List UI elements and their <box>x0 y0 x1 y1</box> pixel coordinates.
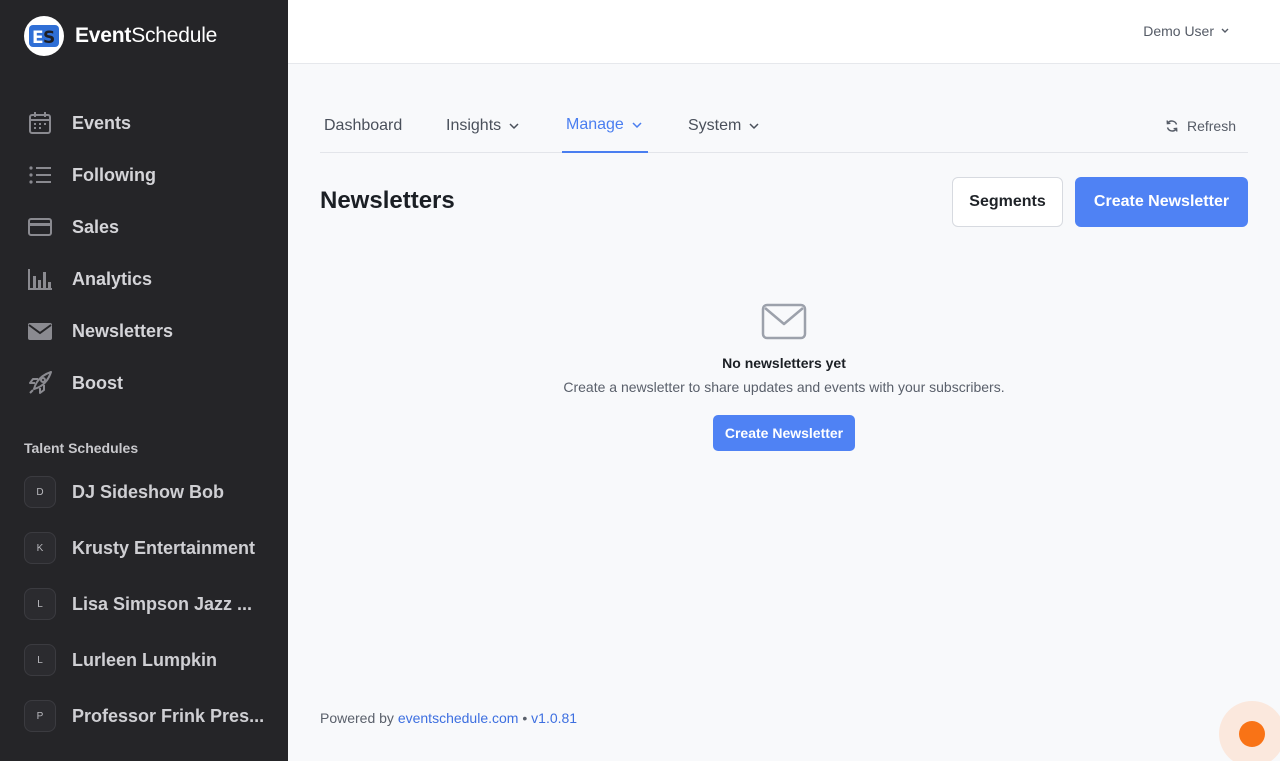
tab-bar: Dashboard Insights Manage System Refresh <box>320 98 1248 153</box>
calendar-icon <box>26 109 54 137</box>
refresh-icon <box>1166 119 1178 132</box>
avatar: P <box>24 700 56 732</box>
tab-dashboard[interactable]: Dashboard <box>324 98 402 153</box>
brand-name: EventSchedule <box>75 24 218 47</box>
refresh-label: Refresh <box>1186 117 1236 134</box>
talent-label: Professor Frink Pres... <box>72 705 265 726</box>
avatar: L <box>24 588 56 620</box>
empty-create-newsletter-button[interactable]: Create Newsletter <box>712 415 856 451</box>
empty-state-description: Create a newsletter to share updates and… <box>563 379 1005 395</box>
avatar: L <box>24 644 56 676</box>
talent-item[interactable]: P Professor Frink Pres... <box>0 688 288 744</box>
eventschedule-link[interactable]: eventschedule.com <box>398 710 519 726</box>
sidebar-item-sales[interactable]: Sales <box>0 201 288 253</box>
user-name: Demo User <box>1143 23 1214 39</box>
envelope-icon <box>26 317 54 345</box>
empty-state: No newsletters yet Create a newsletter t… <box>320 302 1248 451</box>
chat-bubble-icon[interactable] <box>1239 721 1265 747</box>
talent-label: Lurleen Lumpkin <box>72 649 218 670</box>
create-newsletter-button[interactable]: Create Newsletter <box>1075 177 1248 227</box>
chevron-down-icon <box>632 121 642 128</box>
talent-item[interactable]: D DJ Sideshow Bob <box>0 464 288 520</box>
sidebar: E S EventSchedule Events Following Sales… <box>0 0 288 761</box>
talent-label: Krusty Entertainment <box>72 537 256 558</box>
sidebar-item-label: Analytics <box>72 268 153 289</box>
segments-button[interactable]: Segments <box>952 177 1063 227</box>
tab-label: Insights <box>446 116 502 134</box>
sidebar-item-label: Following <box>72 164 156 185</box>
list-icon <box>26 161 54 189</box>
rocket-icon <box>26 369 54 397</box>
talent-label: DJ Sideshow Bob <box>72 481 225 502</box>
talent-item[interactable]: K Krusty Entertainment <box>0 520 288 576</box>
sidebar-item-boost[interactable]: Boost <box>0 357 288 409</box>
brand-logo-icon: E S <box>24 16 64 56</box>
tab-manage[interactable]: Manage <box>562 98 648 153</box>
bar-chart-icon <box>26 265 54 293</box>
avatar: D <box>24 476 56 508</box>
sidebar-item-newsletters[interactable]: Newsletters <box>0 305 288 357</box>
empty-state-title: No newsletters yet <box>722 355 846 371</box>
talent-label: Lisa Simpson Jazz ... <box>72 593 253 614</box>
tab-label: System <box>688 116 742 134</box>
sidebar-item-label: Sales <box>72 216 120 237</box>
talent-schedules-heading: Talent Schedules <box>24 440 139 456</box>
footer: Powered by eventschedule.com • v1.0.81 <box>320 710 577 726</box>
user-menu[interactable]: Demo User <box>1143 23 1230 39</box>
sidebar-item-label: Boost <box>72 372 123 393</box>
brand[interactable]: E S EventSchedule <box>24 16 217 56</box>
sidebar-item-following[interactable]: Following <box>0 149 288 201</box>
refresh-button[interactable]: Refresh <box>1165 98 1236 153</box>
credit-card-icon <box>26 213 54 241</box>
envelope-icon <box>761 302 807 347</box>
svg-text:S: S <box>43 28 55 48</box>
tab-insights[interactable]: Insights <box>446 98 521 153</box>
talent-item[interactable]: L Lurleen Lumpkin <box>0 632 288 688</box>
page-title: Newsletters <box>320 187 455 214</box>
sidebar-nav: Events Following Sales Analytics Newslet… <box>0 97 288 409</box>
talent-item[interactable]: L Lisa Simpson Jazz ... <box>0 576 288 632</box>
version-link[interactable]: v1.0.81 <box>531 710 577 726</box>
chevron-down-icon <box>509 122 519 129</box>
tab-system[interactable]: System <box>688 98 761 153</box>
tab-label: Dashboard <box>324 116 403 134</box>
chevron-down-icon <box>1221 28 1229 33</box>
sidebar-item-label: Events <box>72 112 132 133</box>
sidebar-item-label: Newsletters <box>72 320 174 341</box>
svg-text:E: E <box>32 28 44 48</box>
top-bar: Demo User <box>288 0 1280 64</box>
footer-separator: • <box>522 710 528 726</box>
avatar: K <box>24 532 56 564</box>
sidebar-item-events[interactable]: Events <box>0 97 288 149</box>
tab-label: Manage <box>566 115 624 133</box>
powered-by-text: Powered by <box>320 710 394 726</box>
chevron-down-icon <box>749 122 759 129</box>
sidebar-item-analytics[interactable]: Analytics <box>0 253 288 305</box>
